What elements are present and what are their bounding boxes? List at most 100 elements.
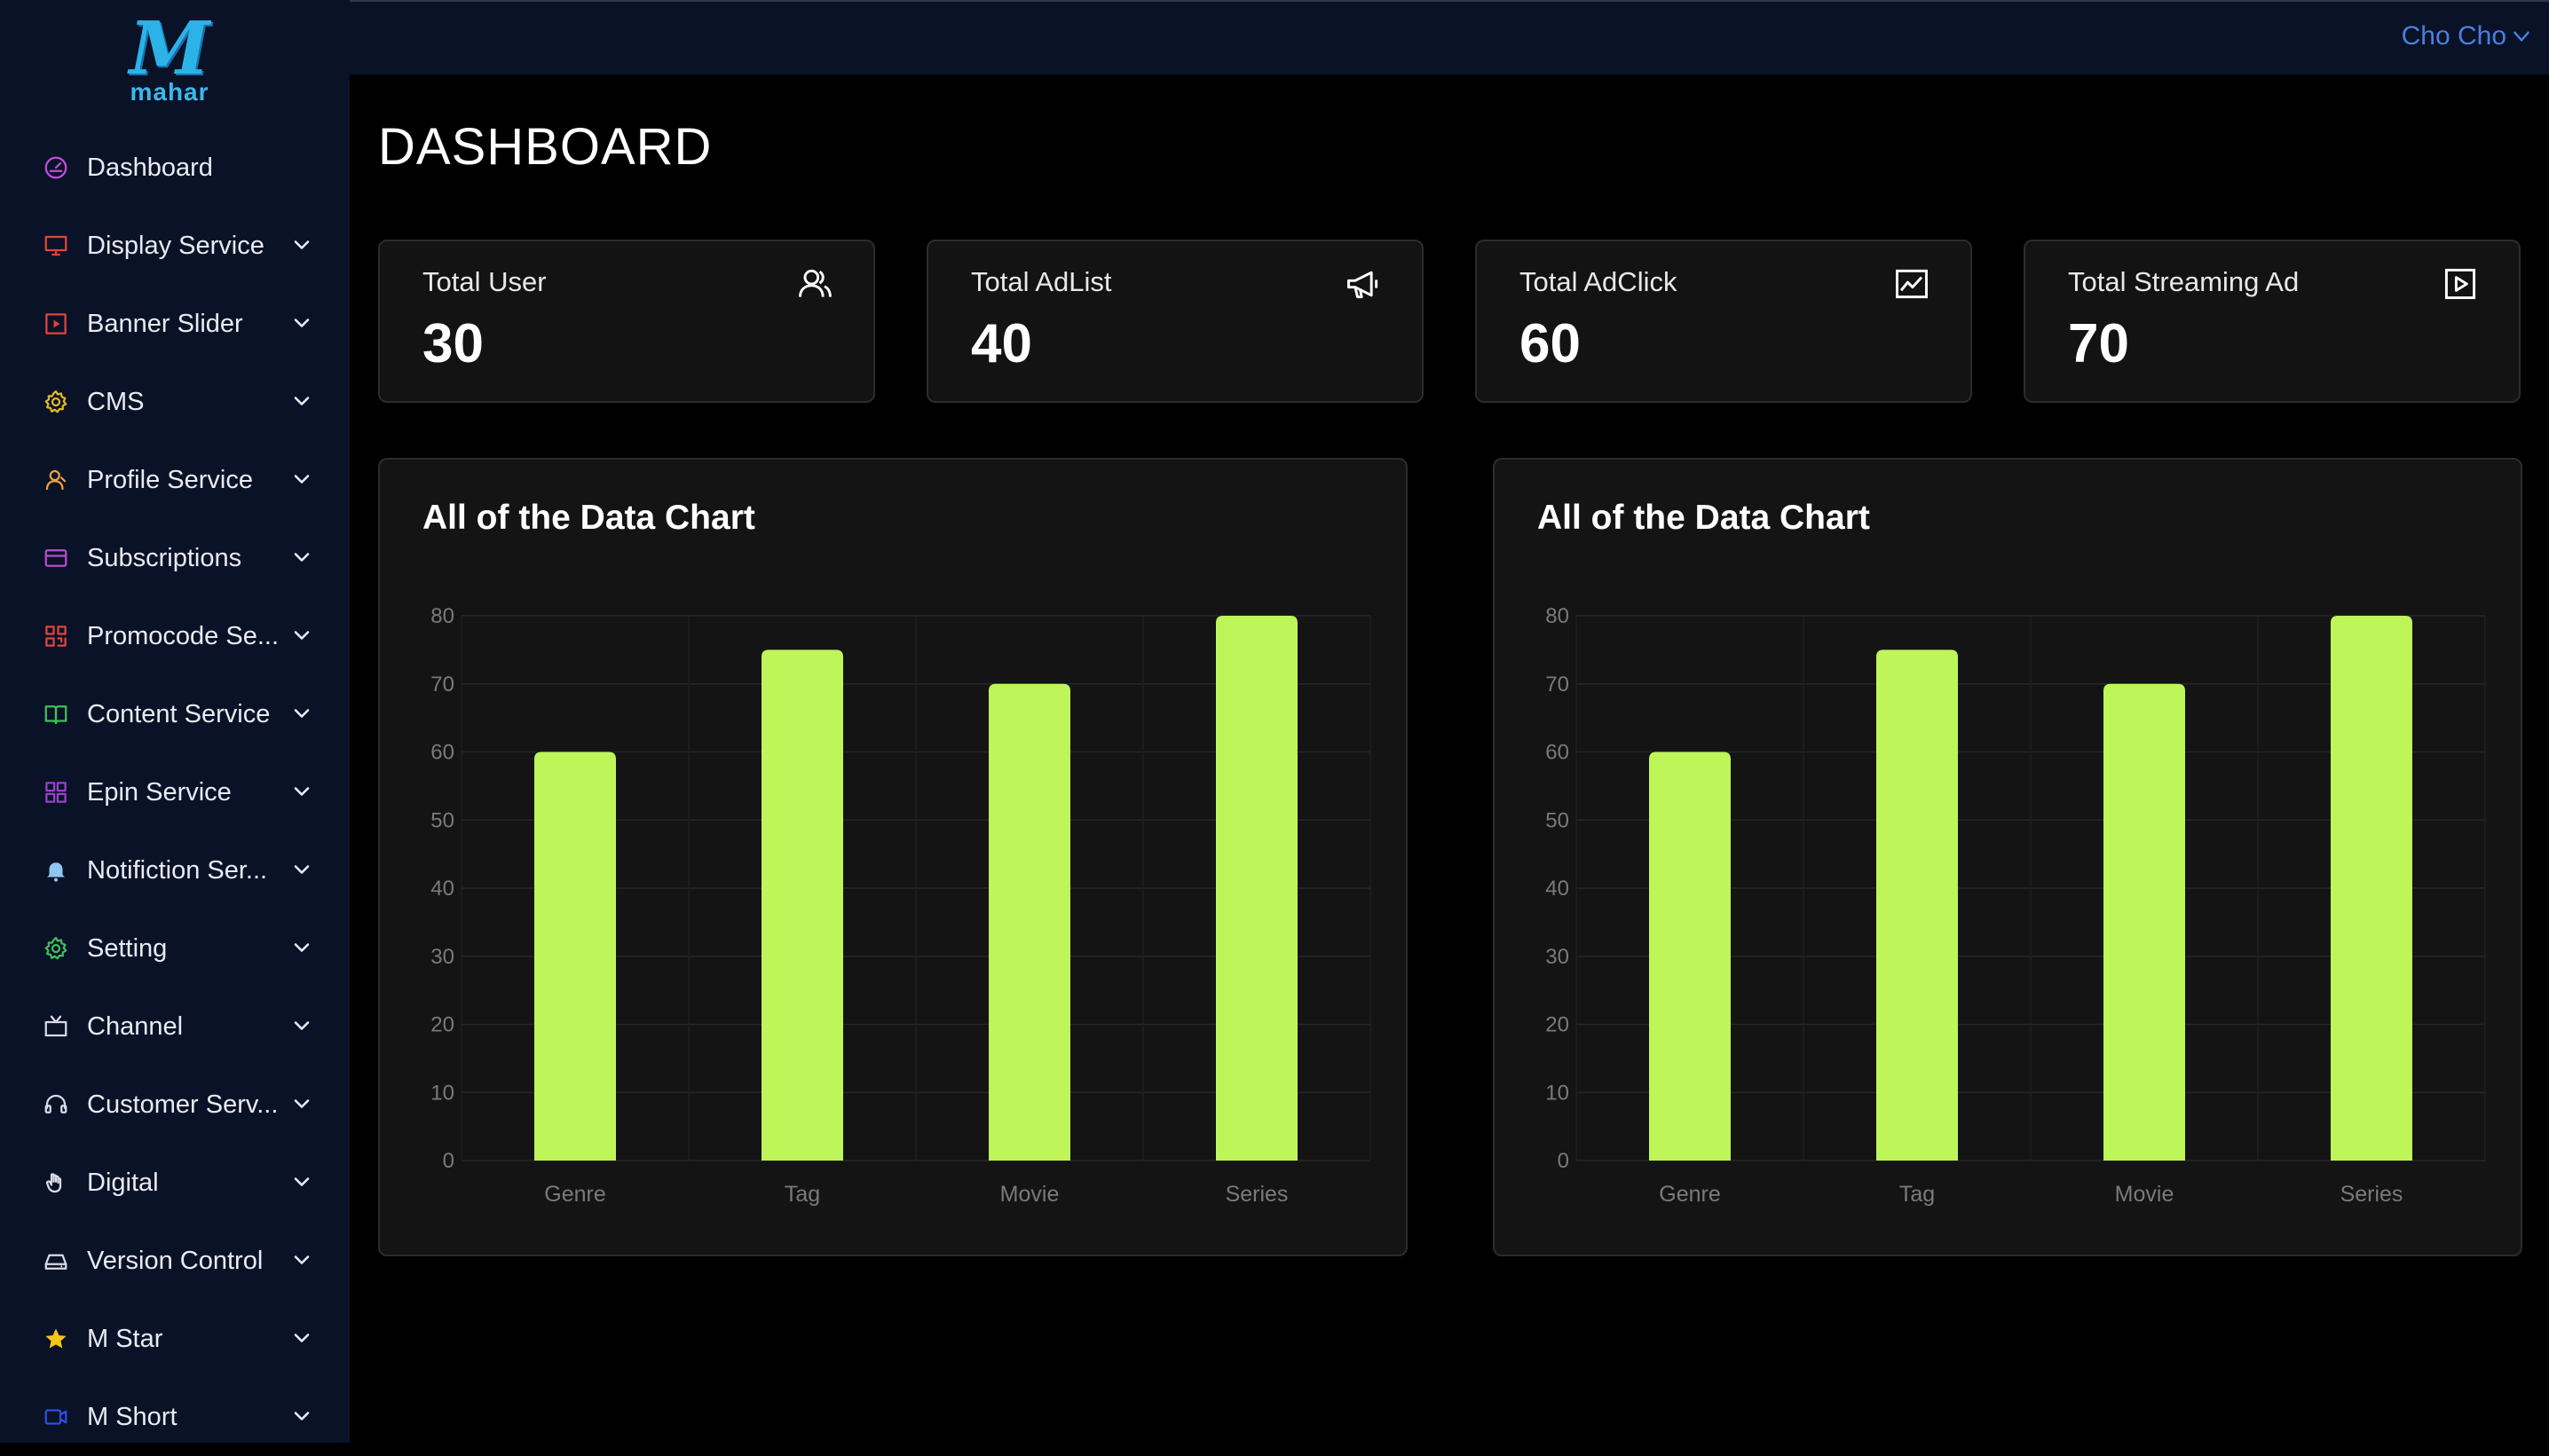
hand-icon xyxy=(43,1169,69,1196)
stat-label: Total AdList xyxy=(971,266,1112,297)
chevron-down-icon[interactable] xyxy=(289,1013,314,1038)
y-tick-label: 0 xyxy=(1558,1149,1569,1173)
gear-icon xyxy=(43,389,69,415)
bar-series xyxy=(1216,616,1298,1161)
book-icon xyxy=(43,701,69,728)
chart-card-2: All of the Data Chart 0 10 20 30 40 50 60 70 80 G… xyxy=(1493,458,2522,1256)
sidebar-item-label: Epin Service xyxy=(87,777,232,807)
top-bar: Cho Cho xyxy=(350,0,2549,75)
page-title: DASHBOARD xyxy=(378,118,713,176)
brand-logo[interactable]: M mahar xyxy=(127,12,212,106)
y-tick-label: 60 xyxy=(1545,741,1569,765)
main-content: DASHBOARD Total User 30 Total AdList 40 … xyxy=(350,75,2549,1443)
user-name: Cho Cho xyxy=(2401,21,2506,51)
play-icon xyxy=(2444,268,2476,300)
bar-genre xyxy=(534,752,616,1161)
sidebar-item-label: Dashboard xyxy=(87,153,213,182)
bell-icon xyxy=(43,857,69,884)
chevron-down-icon[interactable] xyxy=(289,1404,314,1428)
chevron-down-icon[interactable] xyxy=(289,467,314,492)
drive-icon xyxy=(43,1247,69,1274)
sidebar-item-promocode-se[interactable]: Promocode Se... xyxy=(0,597,350,675)
gauge-icon xyxy=(43,154,69,181)
sidebar-item-digital[interactable]: Digital xyxy=(0,1144,350,1222)
sidebar-item-label: Version Control xyxy=(87,1246,264,1275)
sidebar-item-setting[interactable]: Setting xyxy=(0,909,350,988)
chevron-down-icon[interactable] xyxy=(289,1091,314,1116)
stat-value: 60 xyxy=(1519,313,1581,374)
logo-text: mahar xyxy=(130,78,209,106)
sidebar-item-cms[interactable]: CMS xyxy=(0,363,350,441)
bar-movie xyxy=(2103,683,2185,1161)
stat-card-total-adlist: Total AdList 40 xyxy=(927,240,1424,403)
sidebar-item-label: Content Service xyxy=(87,699,271,728)
chevron-down-icon[interactable] xyxy=(289,232,314,257)
stat-card-total-streaming-ad: Total Streaming Ad 70 xyxy=(2024,240,2521,403)
megaphone-icon xyxy=(1347,271,1378,299)
monitor-icon xyxy=(43,232,69,259)
sidebar-item-label: Customer Serv... xyxy=(87,1090,279,1119)
stat-value: 70 xyxy=(2068,313,2129,374)
bar-tag xyxy=(1876,649,1958,1161)
chevron-down-icon[interactable] xyxy=(289,623,314,648)
x-tick-label: Genre xyxy=(544,1182,605,1207)
users-icon xyxy=(799,269,832,297)
y-tick-label: 30 xyxy=(1545,945,1569,969)
sidebar-item-subscriptions[interactable]: Subscriptions xyxy=(0,519,350,597)
y-tick-label: 70 xyxy=(1545,673,1569,697)
sidebar-item-display-service[interactable]: Display Service xyxy=(0,207,350,285)
chevron-down-icon[interactable] xyxy=(289,311,314,335)
chevron-down-icon[interactable] xyxy=(289,857,314,882)
stat-value: 40 xyxy=(971,313,1032,374)
bar-movie xyxy=(989,683,1070,1161)
chevron-down-icon[interactable] xyxy=(289,935,314,960)
video-icon xyxy=(43,1404,69,1430)
x-tick-label: Tag xyxy=(785,1182,820,1207)
sidebar-item-label: Promocode Se... xyxy=(87,621,279,650)
chevron-down-icon[interactable] xyxy=(289,1326,314,1350)
bar-genre xyxy=(1649,752,1731,1161)
sidebar-item-label: Subscriptions xyxy=(87,543,242,572)
sidebar-item-version-control[interactable]: Version Control xyxy=(0,1222,350,1300)
x-tick-label: Movie xyxy=(2115,1182,2174,1207)
sidebar-item-dashboard[interactable]: Dashboard xyxy=(0,129,350,207)
x-tick-label: Genre xyxy=(1659,1182,1720,1207)
y-tick-label: 70 xyxy=(430,673,454,697)
sidebar-item-label: Setting xyxy=(87,933,168,963)
sidebar-item-label: Notifiction Ser... xyxy=(87,855,268,885)
x-tick-label: Series xyxy=(2340,1182,2403,1207)
sidebar-item-label: Banner Slider xyxy=(87,309,243,338)
user-menu[interactable]: Cho Cho xyxy=(2402,21,2533,51)
chevron-down-icon[interactable] xyxy=(289,1247,314,1272)
bar-chart: 0 10 20 30 40 50 60 70 80 Genre Tag Movie Series xyxy=(1545,604,2486,1207)
sidebar-item-epin-service[interactable]: Epin Service xyxy=(0,753,350,831)
chevron-down-icon[interactable] xyxy=(289,389,314,413)
user-icon xyxy=(43,467,69,493)
sidebar-item-banner-slider[interactable]: Banner Slider xyxy=(0,285,350,363)
sidebar-item-content-service[interactable]: Content Service xyxy=(0,675,350,753)
sidebar-item-customer-serv[interactable]: Customer Serv... xyxy=(0,1066,350,1144)
chevron-down-icon[interactable] xyxy=(289,701,314,726)
stat-label: Total Streaming Ad xyxy=(2068,266,2300,297)
grid-icon xyxy=(43,779,69,806)
y-tick-label: 0 xyxy=(443,1149,454,1173)
y-tick-label: 50 xyxy=(430,808,454,832)
tv-icon xyxy=(43,1013,69,1040)
star-icon xyxy=(43,1326,69,1352)
bar-series xyxy=(2331,616,2412,1161)
sidebar: M mahar Dashboard Display Service Banner S… xyxy=(0,0,350,1443)
chevron-down-icon[interactable] xyxy=(289,545,314,570)
card-icon xyxy=(43,545,69,571)
sidebar-item-m-short[interactable]: M Short xyxy=(0,1378,350,1456)
chevron-down-icon[interactable] xyxy=(289,779,314,804)
sidebar-item-channel[interactable]: Channel xyxy=(0,988,350,1066)
chevron-down-icon[interactable] xyxy=(289,1169,314,1194)
sidebar-item-label: CMS xyxy=(87,387,145,416)
sidebar-item-label: M Short xyxy=(87,1402,178,1431)
stat-card-total-adclick: Total AdClick 60 xyxy=(1475,240,1972,403)
sidebar-item-profile-service[interactable]: Profile Service xyxy=(0,441,350,519)
sidebar-item-m-star[interactable]: M Star xyxy=(0,1300,350,1378)
sidebar-item-label: Profile Service xyxy=(87,465,253,494)
sidebar-item-notifiction-ser[interactable]: Notifiction Ser... xyxy=(0,831,350,909)
y-tick-label: 80 xyxy=(1545,604,1569,628)
